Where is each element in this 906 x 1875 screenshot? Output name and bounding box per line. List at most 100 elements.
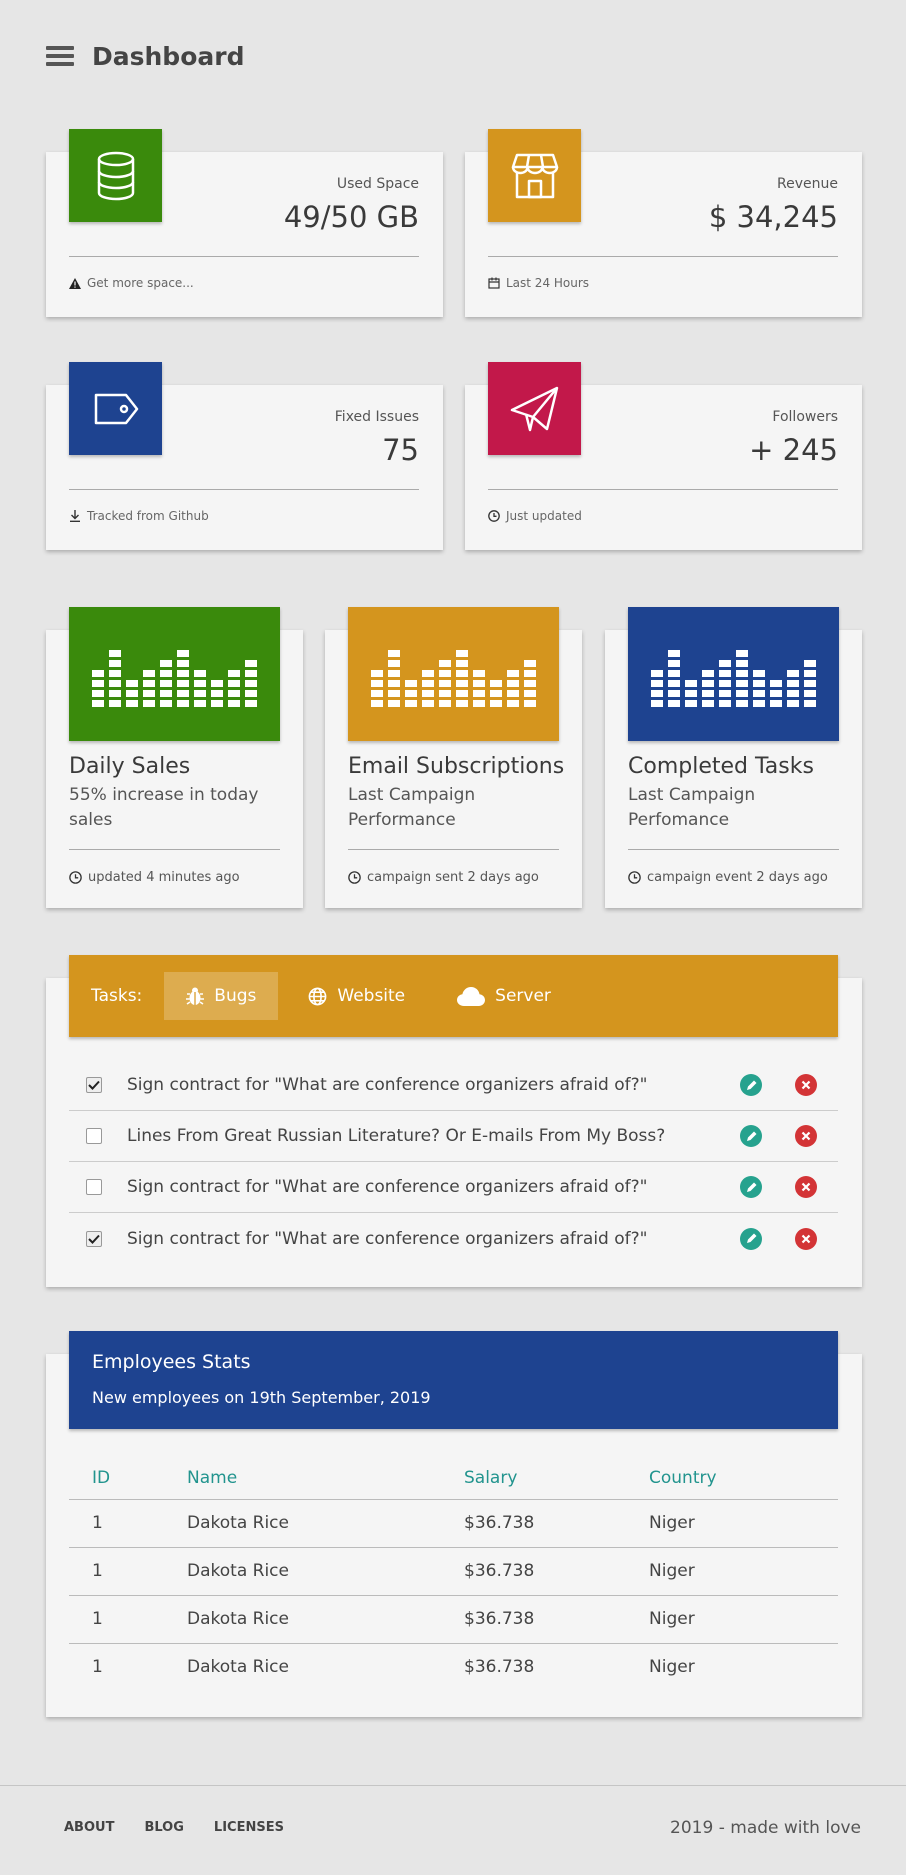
bar-graph-block: [160, 690, 172, 697]
tab-bugs[interactable]: Bugs: [164, 972, 279, 1020]
cell-id: 1: [69, 1595, 187, 1644]
employees-card: Employees Stats New employees on 19th Se…: [46, 1331, 862, 1717]
calendar-icon: [488, 277, 500, 289]
bar-graph-block: [143, 700, 155, 707]
tab-label: Bugs: [214, 986, 257, 1006]
bar-graph-block: [177, 680, 189, 687]
bar-graph-block: [109, 690, 121, 697]
bar-graph-block: [405, 690, 417, 697]
task-checkbox[interactable]: [86, 1077, 102, 1093]
cell-id: 1: [92, 1657, 103, 1678]
bar-graph-block: [160, 660, 172, 667]
close-icon: [801, 1080, 811, 1090]
pencil-icon: [746, 1233, 756, 1243]
footer-link-blog[interactable]: BLOG: [144, 1820, 183, 1835]
chart-subtitle: Last Campaign Performance: [348, 785, 476, 830]
bar-graph-block: [109, 670, 121, 677]
bar-graph-block: [804, 680, 816, 687]
bar-graph-block: [177, 700, 189, 707]
bar-graph-block: [524, 660, 536, 667]
bar-graph-block: [439, 660, 451, 667]
chart-title: Email Subscriptions: [348, 754, 565, 779]
bar-graph-block: [245, 660, 257, 667]
tab-server[interactable]: Server: [435, 972, 573, 1020]
bar-graph-block: [770, 690, 782, 697]
download-icon: [70, 510, 80, 522]
bar-graph-block: [92, 690, 104, 697]
bar-graph-block: [456, 650, 468, 657]
stat-card-fixed-issues: Fixed Issues 75 Tracked from Github: [46, 362, 443, 550]
tab-label: Server: [495, 986, 551, 1006]
stat-footer-text[interactable]: Get more space...: [87, 276, 194, 290]
edit-button[interactable]: [740, 1074, 762, 1096]
bar-graph-block: [685, 700, 697, 707]
stat-footer: Just updated: [488, 509, 582, 523]
edit-button[interactable]: [740, 1227, 762, 1250]
cell-id: 1: [69, 1499, 187, 1548]
task-text: Sign contract for "What are conference o…: [127, 1075, 648, 1095]
bar-graph-block: [702, 680, 714, 687]
bar-graph-block: [439, 700, 451, 707]
chart-footer-text: updated 4 minutes ago: [88, 870, 240, 885]
bar-graph-block: [753, 700, 765, 707]
globe-icon: [308, 987, 327, 1005]
bar-graph-block: [473, 700, 485, 707]
delete-button[interactable]: [795, 1125, 817, 1147]
stat-card-followers: Followers + 245 Just updated: [465, 362, 862, 550]
bar-graph-block: [736, 700, 748, 707]
bar-graph-block: [126, 680, 138, 687]
bar-graph-block: [736, 680, 748, 687]
bar-graph-block: [388, 670, 400, 677]
divider: [348, 849, 559, 850]
bar-graph-block: [456, 670, 468, 677]
cell-salary: $36.738: [464, 1499, 649, 1548]
divider: [69, 256, 419, 257]
bar-graph-block: [245, 680, 257, 687]
task-checkbox[interactable]: [86, 1230, 102, 1247]
stat-footer-text: Tracked from Github: [87, 509, 209, 523]
footer-links: ABOUT BLOG LICENSES: [64, 1820, 284, 1835]
bar-graph-block: [490, 680, 502, 687]
bar-graph-block: [719, 690, 731, 697]
bar-graph-block: [651, 680, 663, 687]
bar-graph-block: [787, 690, 799, 697]
stat-label: Revenue: [777, 176, 838, 192]
clock-icon: [69, 871, 82, 884]
clock-icon: [348, 871, 361, 884]
delete-button[interactable]: [795, 1227, 817, 1250]
bar-graph-block: [143, 680, 155, 687]
table-header-row: ID Name Salary Country: [69, 1457, 838, 1500]
cell-name: Dakota Rice: [187, 1595, 464, 1644]
footer-link-about[interactable]: ABOUT: [64, 1820, 114, 1835]
bar-graph-block: [787, 680, 799, 687]
bar-graph-block: [439, 690, 451, 697]
stat-footer[interactable]: Get more space...: [69, 276, 194, 290]
bug-icon: [186, 987, 205, 1005]
bar-graph-block: [388, 690, 400, 697]
task-checkbox[interactable]: [86, 1179, 102, 1195]
stat-card-used-space: Used Space 49/50 GB Get more space...: [46, 129, 443, 317]
hamburger-icon[interactable]: [46, 46, 74, 66]
task-checkbox[interactable]: [86, 1128, 102, 1144]
chart-subtitle: Last Campaign Perfomance: [628, 785, 756, 830]
bar-graph-block: [753, 670, 765, 677]
cell-country: Niger: [649, 1595, 838, 1644]
divider: [488, 256, 838, 257]
edit-button[interactable]: [740, 1176, 762, 1198]
delete-button[interactable]: [795, 1176, 817, 1198]
bar-graph-block: [92, 700, 104, 707]
pencil-icon: [746, 1182, 756, 1192]
bar-graph-block: [668, 680, 680, 687]
bar-graph-block: [702, 700, 714, 707]
footer-link-licenses[interactable]: LICENSES: [214, 1820, 284, 1835]
bar-graph-block: [439, 680, 451, 687]
column-header-id: ID: [69, 1457, 187, 1500]
tab-website[interactable]: Website: [286, 972, 427, 1020]
bar-graph-block: [405, 680, 417, 687]
delete-button[interactable]: [795, 1074, 817, 1096]
bar-graph-block: [211, 680, 223, 687]
bar-graph-block: [702, 690, 714, 697]
edit-button[interactable]: [740, 1125, 762, 1147]
column-header-country: Country: [649, 1457, 838, 1500]
cell-salary: $36.738: [464, 1657, 535, 1678]
